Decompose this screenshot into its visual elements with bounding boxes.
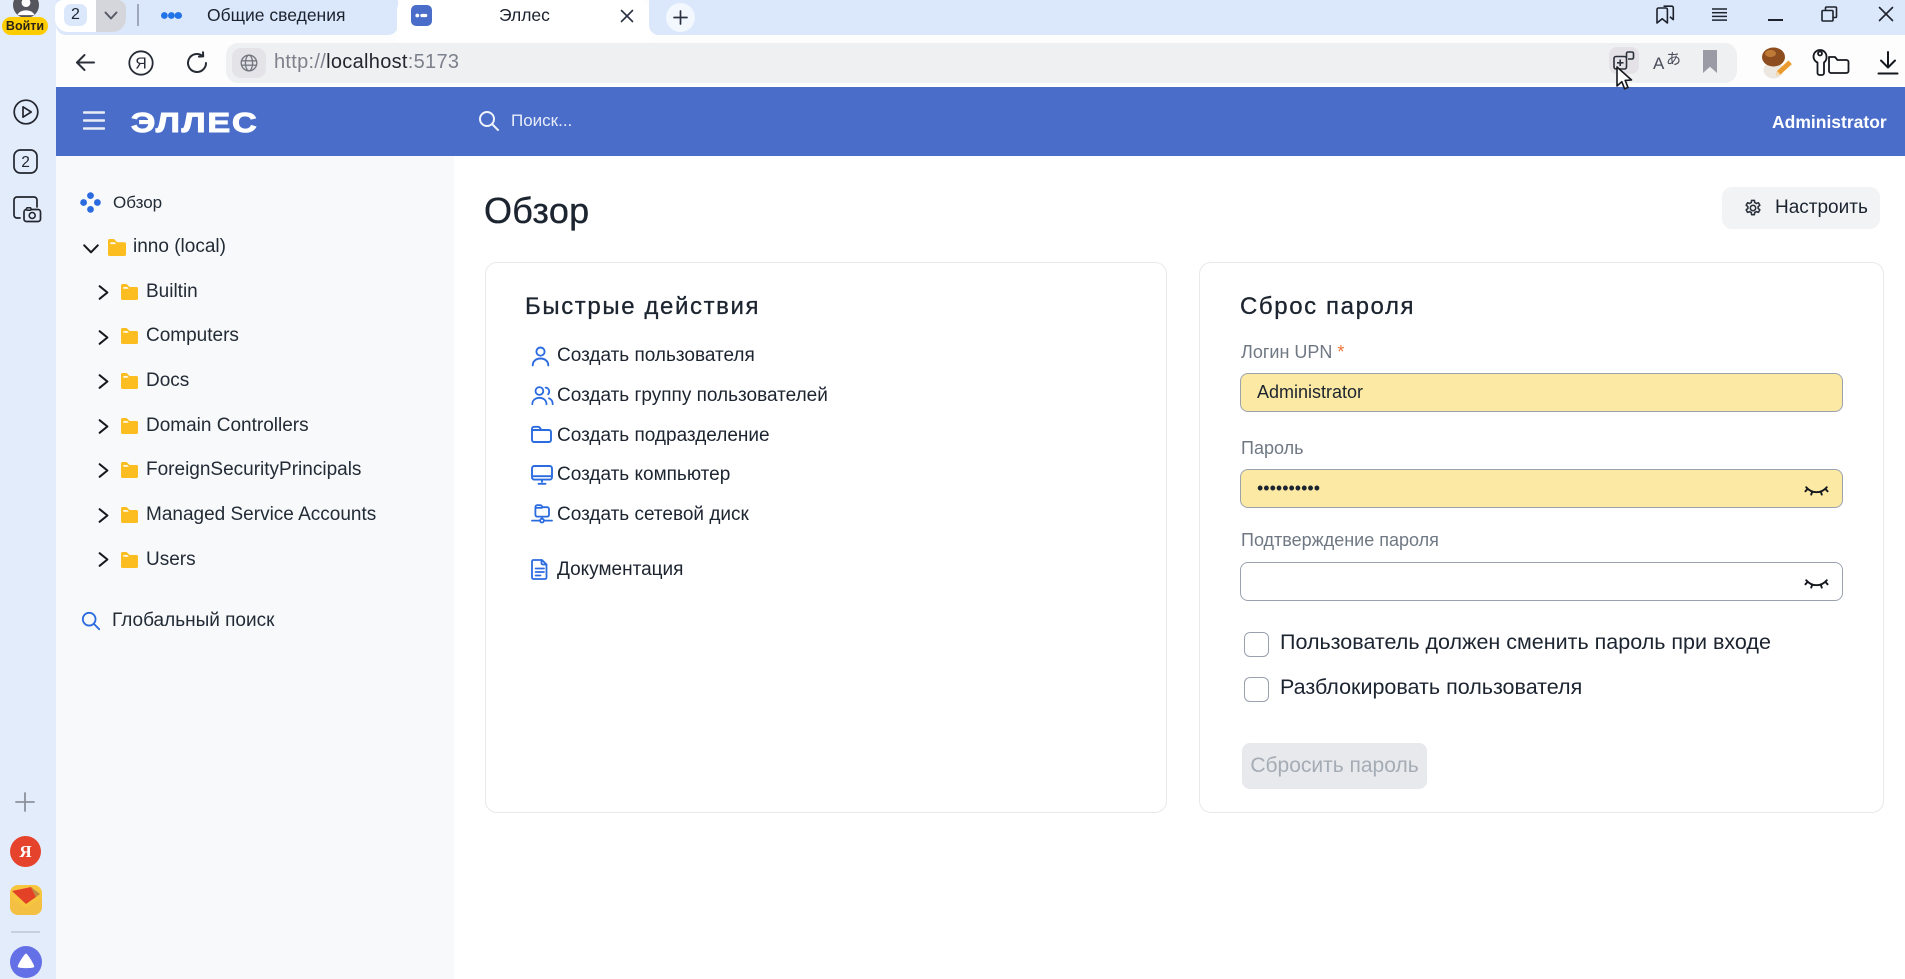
svg-text:Я: Я [135,56,147,73]
svg-text:2: 2 [21,154,30,171]
